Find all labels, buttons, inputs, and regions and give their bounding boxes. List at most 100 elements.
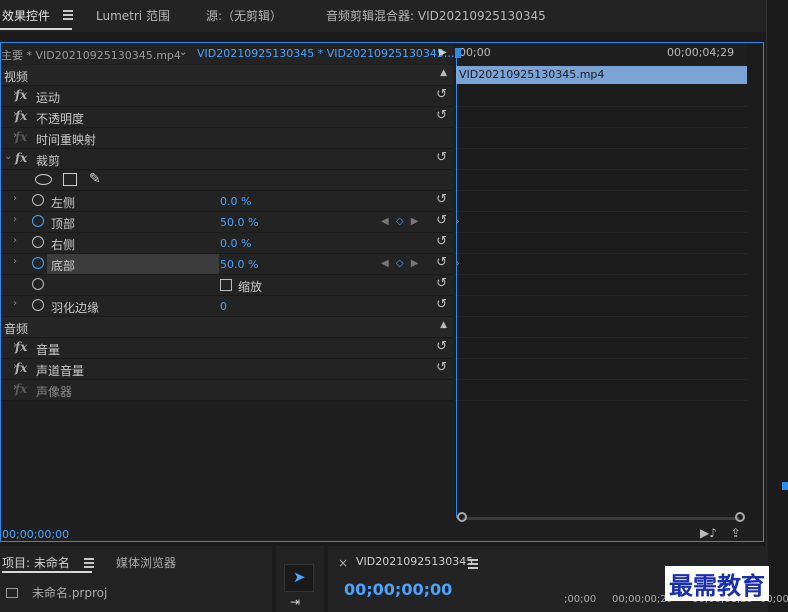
playhead[interactable] <box>455 48 461 518</box>
chevron-right-icon[interactable]: › <box>13 235 17 246</box>
reset-icon[interactable]: ↺ <box>436 255 447 270</box>
effect-row-opacity[interactable]: › fx 不透明度 ↺ <box>1 107 453 128</box>
selection-tool-button[interactable]: ➤ <box>284 564 314 592</box>
zoom-checkbox[interactable] <box>220 279 232 291</box>
pen-mask-icon[interactable]: ✎ <box>89 171 101 187</box>
scroll-left-handle[interactable] <box>457 512 467 522</box>
close-icon[interactable]: × <box>338 556 348 570</box>
tab-lumetri-scopes[interactable]: Lumetri 范围 <box>96 7 170 24</box>
stopwatch-active-icon[interactable] <box>32 257 44 269</box>
reset-icon[interactable]: ↺ <box>436 339 447 354</box>
timeline-zoom-scrollbar[interactable] <box>456 512 746 524</box>
fx-icon[interactable]: fx <box>15 109 27 123</box>
stopwatch-icon[interactable] <box>32 278 44 290</box>
tab-effect-controls[interactable]: 效果控件 <box>2 7 50 24</box>
property-value[interactable]: 0.0 % <box>220 237 251 250</box>
chevron-down-icon[interactable]: ⌄ <box>179 47 187 58</box>
property-value[interactable]: 50.0 % <box>220 216 258 229</box>
watermark-logo: 最需教育 <box>665 566 769 601</box>
panel-menu-icon[interactable] <box>63 10 73 22</box>
effect-row-motion[interactable]: › fx 运动 ↺ <box>1 86 453 107</box>
tools-panel: ➤ ⇥ <box>276 546 324 612</box>
effect-row-channel-volume[interactable]: › fx 声道音量 ↺ <box>1 359 453 380</box>
section-video[interactable]: 视频 ▲ <box>1 65 453 86</box>
tab-project[interactable]: 项目: 未命名 <box>2 554 70 571</box>
fx-icon: fx <box>15 382 28 396</box>
reset-icon[interactable]: ↺ <box>436 150 447 165</box>
property-row-bottom[interactable]: › 底部 50.0 % ◀ ◇ ▶ ↺ <box>1 254 453 275</box>
property-row-left[interactable]: › 左侧 0.0 % ↺ <box>1 191 453 212</box>
reset-icon[interactable]: ↺ <box>436 213 447 228</box>
ellipse-mask-icon[interactable] <box>35 174 52 185</box>
panel-menu-icon[interactable] <box>468 559 478 571</box>
fx-icon[interactable]: fx <box>15 151 27 165</box>
fx-icon[interactable]: fx <box>15 361 27 375</box>
chevron-right-icon[interactable]: › <box>13 193 17 204</box>
tab-source[interactable]: 源:（无剪辑） <box>206 7 282 24</box>
export-icon[interactable]: ⇪ <box>731 526 741 540</box>
reset-icon[interactable]: ↺ <box>436 87 447 102</box>
add-keyframe-icon[interactable]: ◇ <box>396 258 406 269</box>
stopwatch-active-icon[interactable] <box>32 215 44 227</box>
sequence-clip-label[interactable]: VID20210925130345 * VID20210925130345... <box>197 47 454 60</box>
property-row-feather[interactable]: › 羽化边缘 0 ↺ <box>1 296 453 317</box>
chevron-right-icon[interactable]: › <box>13 256 17 267</box>
reset-icon[interactable]: ↺ <box>436 360 447 375</box>
tab-audio-clip-mixer[interactable]: 音频剪辑混合器: VID20210925130345 <box>326 7 546 24</box>
play-icon[interactable]: ▶ <box>439 47 447 58</box>
keyframe-navigator[interactable]: ◀ ◇ ▶ <box>381 258 420 269</box>
sequence-timecode[interactable]: 00;00;00;00 <box>344 580 452 599</box>
chevron-down-icon[interactable]: ⌄ <box>4 151 12 162</box>
reset-icon[interactable]: ↺ <box>436 108 447 123</box>
rectangle-mask-icon[interactable] <box>63 173 77 186</box>
stopwatch-icon[interactable] <box>32 299 44 311</box>
fx-icon[interactable]: fx <box>15 340 27 354</box>
scroll-track[interactable] <box>462 517 740 520</box>
property-label: 顶部 <box>51 217 76 231</box>
active-tab-underline <box>0 28 72 30</box>
chevron-right-icon[interactable]: › <box>13 298 17 309</box>
reset-icon[interactable]: ↺ <box>436 234 447 249</box>
property-row-right[interactable]: › 右侧 0.0 % ↺ <box>1 233 453 254</box>
reset-icon[interactable]: ↺ <box>436 276 447 291</box>
property-value[interactable]: 0.0 % <box>220 195 251 208</box>
project-file-name[interactable]: 未命名.prproj <box>32 584 107 601</box>
collapse-up-icon[interactable]: ▲ <box>440 320 447 330</box>
master-clip-label[interactable]: 主要 * VID20210925130345.mp4 <box>1 47 181 63</box>
keyframe-marker-icon[interactable]: › <box>456 259 460 269</box>
footer-controls: ▶♪ ⇪ <box>700 526 741 540</box>
current-timecode[interactable]: 00;00;00;00 <box>2 528 69 541</box>
timeline-clip[interactable]: VID20210925130345.mp4 <box>456 66 747 84</box>
property-row-top[interactable]: › 顶部 50.0 % ◀ ◇ ▶ ↺ <box>1 212 453 233</box>
effect-row-volume[interactable]: › fx 音量 ↺ <box>1 338 453 359</box>
fx-icon[interactable]: fx <box>15 88 27 102</box>
chevron-right-icon[interactable]: › <box>13 214 17 225</box>
stopwatch-icon[interactable] <box>32 236 44 248</box>
tab-media-browser[interactable]: 媒体浏览器 <box>116 554 176 571</box>
scroll-right-handle[interactable] <box>735 512 745 522</box>
track-select-icon[interactable]: ⇥ <box>290 595 300 609</box>
collapse-up-icon[interactable]: ▲ <box>440 68 447 78</box>
panel-menu-icon[interactable] <box>84 558 94 570</box>
play-audio-icon[interactable]: ▶♪ <box>700 526 717 540</box>
effect-label: 不透明度 <box>36 112 85 126</box>
property-label: 底部 <box>51 259 76 273</box>
stopwatch-icon[interactable] <box>32 194 44 206</box>
keyframe-navigator[interactable]: ◀ ◇ ▶ <box>381 216 420 227</box>
property-value[interactable]: 0 <box>220 300 227 313</box>
reset-icon[interactable]: ↺ <box>436 297 447 312</box>
section-label: 音频 <box>4 322 29 336</box>
time-ruler[interactable]: 00;00 00;00;04;29 <box>455 44 747 66</box>
effect-row-time-remap[interactable]: › fx 时间重映射 <box>1 128 453 149</box>
property-value[interactable]: 50.0 % <box>220 258 258 271</box>
keyframe-marker-icon[interactable]: › <box>456 217 460 227</box>
tab-sequence[interactable]: VID20210925130345 <box>356 555 473 568</box>
effect-timeline-area[interactable] <box>455 44 763 520</box>
reset-icon[interactable]: ↺ <box>436 192 447 207</box>
effect-row-panner[interactable]: › fx 声像器 <box>1 380 453 401</box>
effect-row-crop[interactable]: ⌄ fx 裁剪 ↺ <box>1 149 453 170</box>
property-row-zoom[interactable]: 缩放 ↺ <box>1 275 453 296</box>
arrow-cursor-icon: ➤ <box>293 568 306 586</box>
section-audio[interactable]: 音频 ▲ <box>1 317 453 338</box>
add-keyframe-icon[interactable]: ◇ <box>396 216 406 227</box>
